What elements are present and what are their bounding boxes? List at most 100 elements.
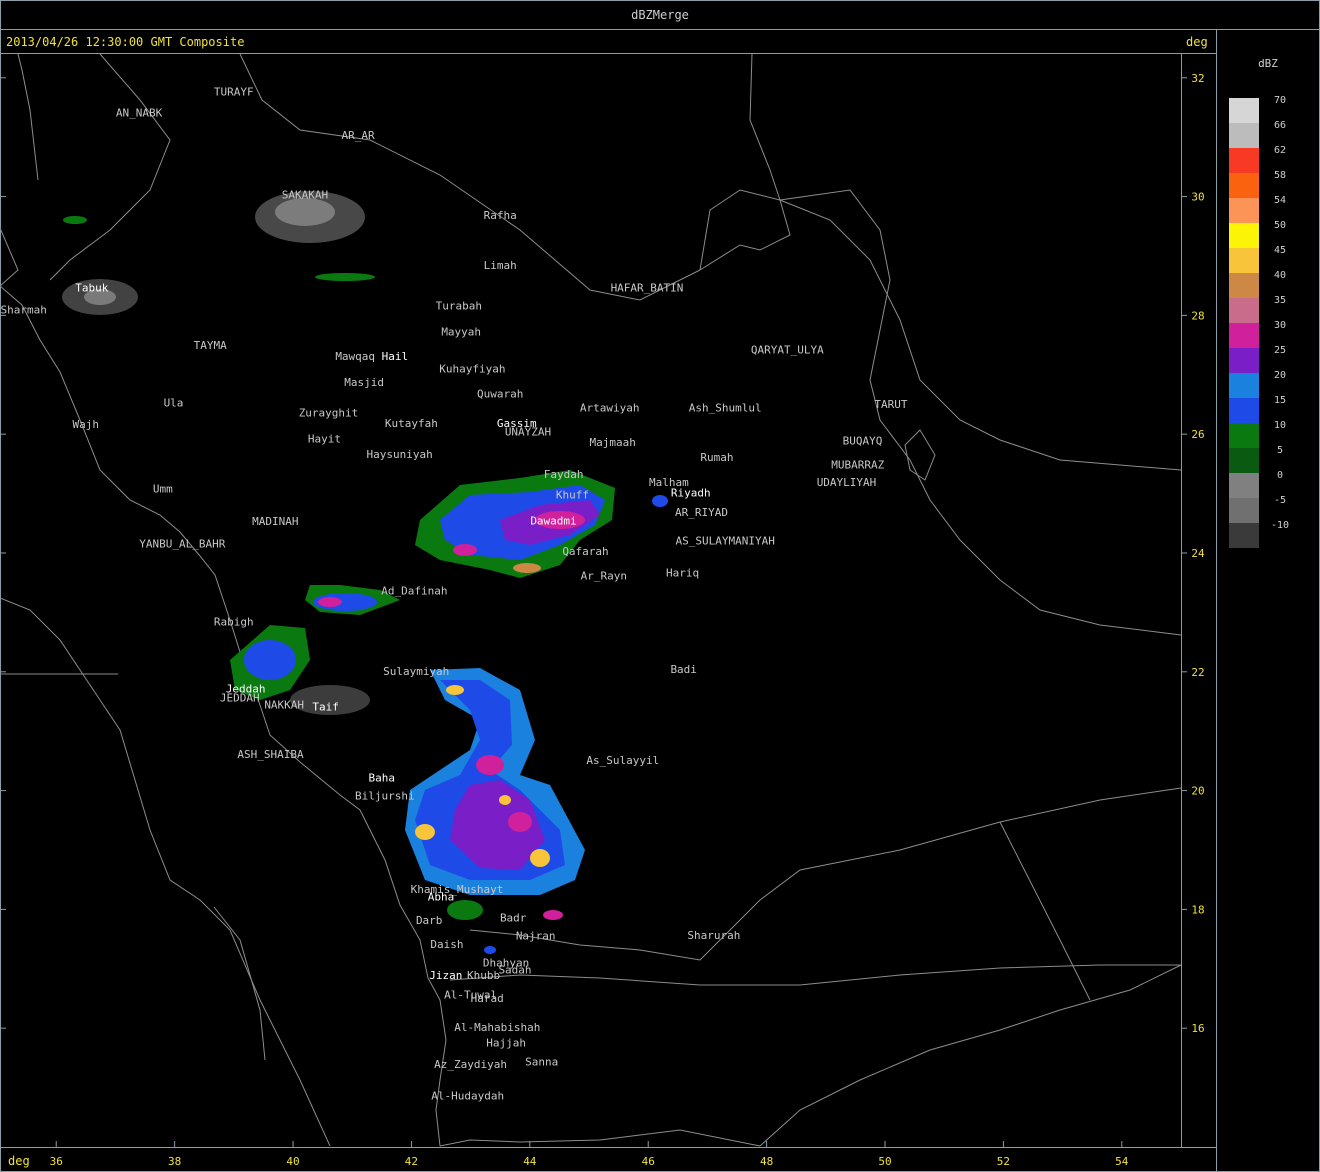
city-label-mayyah: Mayyah xyxy=(441,326,481,339)
city-label-khamis-mushayt: Khamis_Mushayt xyxy=(411,883,504,896)
city-label-an-nabk: AN_NABK xyxy=(116,106,163,119)
legend-swatch xyxy=(1229,423,1259,448)
lat-tick-label: 20 xyxy=(1191,785,1204,798)
lon-tick-label: 44 xyxy=(523,1155,537,1168)
city-label-sharurah: Sharurah xyxy=(687,929,740,942)
legend-swatch xyxy=(1229,448,1259,473)
lon-tick-label: 36 xyxy=(50,1155,63,1168)
legend-label: 5 xyxy=(1277,445,1283,456)
legend-label: 25 xyxy=(1274,345,1286,356)
lat-tick-label: 24 xyxy=(1191,547,1205,560)
lon-tick-label: 52 xyxy=(997,1155,1010,1168)
legend-label: 0 xyxy=(1277,470,1283,481)
city-label-madinah: MADINAH xyxy=(252,515,298,528)
time-caption: 2013/04/26 12:30:00 GMT Composite xyxy=(6,35,244,49)
legend-swatch xyxy=(1229,373,1259,398)
city-label-ar-riyad: AR_RIYAD xyxy=(675,506,728,519)
city-label-daish: Daish xyxy=(430,938,463,951)
city-label-as-sulayyil: As_Sulayyil xyxy=(586,754,659,767)
city-label-dawadmi: Dawadmi xyxy=(530,515,576,528)
city-label-hariq: Hariq xyxy=(666,567,699,580)
legend-label: 54 xyxy=(1274,195,1286,206)
city-label-rafha: Rafha xyxy=(484,209,517,222)
window-title: dBZMerge xyxy=(631,8,689,22)
city-label-nakkah: NAKKAH xyxy=(264,699,304,712)
city-label-ash-shumlul: Ash_Shumlul xyxy=(689,402,762,415)
city-label-unayzah: UNAYZAH xyxy=(505,425,551,438)
city-label-turabah: Turabah xyxy=(436,299,482,312)
deg-label-top: deg xyxy=(1186,35,1208,49)
city-label-quwarah: Quwarah xyxy=(477,387,523,400)
city-label-kuhayfiyah: Kuhayfiyah xyxy=(439,362,505,375)
city-label-rabigh: Rabigh xyxy=(214,615,254,628)
legend-swatch xyxy=(1229,123,1259,148)
legend-label: 40 xyxy=(1274,270,1286,281)
city-label-hafar-batin: HAFAR_BATIN xyxy=(611,282,684,295)
city-label-ar-ar: AR_AR xyxy=(342,129,375,142)
city-label-qafarah: Qafarah xyxy=(562,545,608,558)
legend-title: dBZ xyxy=(1258,57,1278,70)
city-label-baha: Baha xyxy=(369,772,396,785)
city-label-rumah: Rumah xyxy=(700,451,733,464)
city-label-sanna: Sanna xyxy=(525,1056,558,1069)
city-label-badi: Badi xyxy=(670,663,697,676)
legend-swatch xyxy=(1229,223,1259,248)
city-label-az-zaydiyah: Az_Zaydiyah xyxy=(434,1058,507,1071)
city-label-yanbu-al-bahr: YANBU_AL_BAHR xyxy=(139,538,225,551)
city-label-riyadh: Riyadh xyxy=(671,487,711,500)
lon-tick-label: 38 xyxy=(168,1155,181,1168)
city-label-ula: Ula xyxy=(164,396,184,409)
city-label-tayma: TAYMA xyxy=(194,339,227,352)
legend-label: 30 xyxy=(1274,320,1286,331)
city-label-tarut: TARUT xyxy=(874,398,907,411)
city-label-darb: Darb xyxy=(416,914,443,927)
lon-tick-label: 40 xyxy=(286,1155,299,1168)
legend-swatch xyxy=(1229,398,1259,423)
legend-label: 62 xyxy=(1274,145,1286,156)
city-label-al-hudaydah: Al-Hudaydah xyxy=(431,1090,504,1103)
city-label-artawiyah: Artawiyah xyxy=(580,402,640,415)
city-label-mubarraz: MUBARRAZ xyxy=(831,459,884,472)
legend-label: 50 xyxy=(1274,220,1286,231)
lat-tick-label: 16 xyxy=(1191,1022,1204,1035)
city-label-udayliyah: UDAYLIYAH xyxy=(817,476,877,489)
city-label-jizan: Jizan xyxy=(429,969,462,982)
city-label-ash-shaiba: ASH_SHAIBA xyxy=(237,748,304,761)
city-label-hayit: Hayit xyxy=(308,433,341,446)
lon-tick-label: 48 xyxy=(760,1155,773,1168)
city-label-mawqaq: Mawqaq xyxy=(335,350,375,363)
city-label-sharmah: Sharmah xyxy=(1,304,47,317)
city-label-abha: Abha xyxy=(428,891,455,904)
legend-label: 15 xyxy=(1274,395,1286,406)
legend-label: 66 xyxy=(1274,120,1286,131)
city-label-tabuk: Tabuk xyxy=(75,282,108,295)
lat-tick-label: 22 xyxy=(1191,666,1204,679)
city-label-zurayghit: Zurayghit xyxy=(299,406,359,419)
legend-swatch xyxy=(1229,298,1259,323)
legend-label: 45 xyxy=(1274,245,1286,256)
deg-label-bottom: deg xyxy=(8,1154,30,1168)
legend-swatch xyxy=(1229,173,1259,198)
legend-label: -5 xyxy=(1274,495,1286,506)
lat-tick-label: 32 xyxy=(1191,72,1204,85)
city-label-ar-rayn: Ar_Rayn xyxy=(581,570,627,583)
city-label-as-sulaymaniyah: AS_SULAYMANIYAH xyxy=(676,535,775,548)
lon-tick-label: 54 xyxy=(1115,1155,1129,1168)
lat-tick-label: 30 xyxy=(1191,191,1204,204)
city-label-najran: Najran xyxy=(516,930,556,943)
city-label-hajjah: Hajjah xyxy=(486,1037,526,1050)
lon-tick-label: 42 xyxy=(405,1155,418,1168)
city-label-ad-dafinah: Ad_Dafinah xyxy=(381,585,447,598)
city-label-khuff: Khuff xyxy=(556,488,589,501)
city-label-sulaymiyah: Sulaymiyah xyxy=(383,665,449,678)
lat-tick-label: 26 xyxy=(1191,428,1204,441)
city-label-sakakah: SAKAKAH xyxy=(282,188,328,201)
legend-swatch xyxy=(1229,348,1259,373)
city-label-faydah: Faydah xyxy=(544,468,584,481)
city-label-majmaah: Majmaah xyxy=(590,436,636,449)
legend-swatch xyxy=(1229,323,1259,348)
legend-label: 10 xyxy=(1274,420,1286,431)
lat-tick-label: 28 xyxy=(1191,309,1204,322)
legend-swatch xyxy=(1229,523,1259,548)
city-label-umm: Umm xyxy=(153,482,173,495)
